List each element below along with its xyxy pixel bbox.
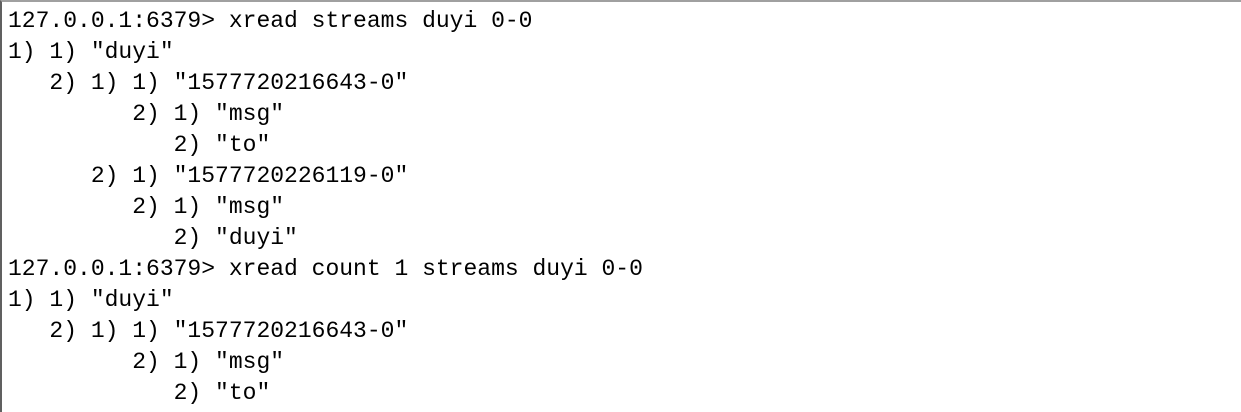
prompt-line: 127.0.0.1:6379> xread count 1 streams du… bbox=[8, 256, 643, 282]
output-line: 2) 1) 1) "1577720216643-0" bbox=[8, 70, 409, 96]
output-line: 2) 1) "msg" bbox=[8, 349, 285, 375]
output-line: 1) 1) "duyi" bbox=[8, 39, 174, 65]
output-line: 2) "duyi" bbox=[8, 225, 298, 251]
output-line: 2) "to" bbox=[8, 132, 271, 158]
output-line: 2) 1) "msg" bbox=[8, 101, 285, 127]
output-line: 2) "to" bbox=[8, 380, 271, 406]
output-line: 1) 1) "duyi" bbox=[8, 287, 174, 313]
output-line: 2) 1) 1) "1577720216643-0" bbox=[8, 318, 409, 344]
output-line: 2) 1) "msg" bbox=[8, 194, 285, 220]
output-line: 2) 1) "1577720226119-0" bbox=[8, 163, 409, 189]
terminal-window[interactable]: 127.0.0.1:6379> xread streams duyi 0-0 1… bbox=[0, 0, 1241, 412]
terminal-output: 127.0.0.1:6379> xread streams duyi 0-0 1… bbox=[8, 6, 643, 409]
prompt-line: 127.0.0.1:6379> xread streams duyi 0-0 bbox=[8, 8, 533, 34]
